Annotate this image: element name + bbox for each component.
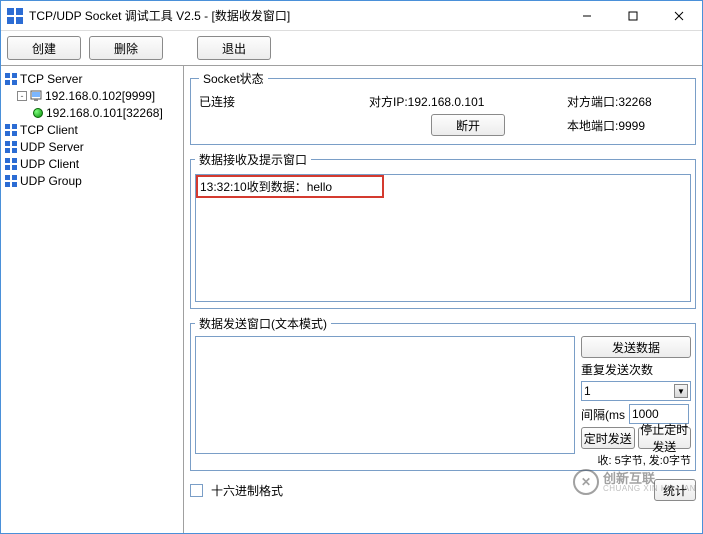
window-title: TCP/UDP Socket 调试工具 V2.5 - [数据收发窗口] <box>29 7 564 24</box>
peer-port-label: 对方端口:32268 <box>567 93 687 110</box>
send-legend: 数据发送窗口(文本模式) <box>195 315 331 332</box>
tree-label: 192.168.0.102[9999] <box>45 89 155 103</box>
main-area: TCP Server - 192.168.0.102[9999] 192.168… <box>1 65 702 533</box>
hex-label: 十六进制格式 <box>211 482 283 499</box>
socket-status-group: Socket状态 已连接 对方IP:192.168.0.101 对方端口:322… <box>190 70 696 145</box>
server-icon <box>5 73 17 85</box>
receive-legend: 数据接收及提示窗口 <box>195 151 311 168</box>
peer-ip-label: 对方IP:192.168.0.101 <box>369 93 567 110</box>
minimize-button[interactable] <box>564 1 610 31</box>
title-bar: TCP/UDP Socket 调试工具 V2.5 - [数据收发窗口] <box>1 1 702 31</box>
server-icon <box>5 141 17 153</box>
exit-button[interactable]: 退出 <box>197 36 271 60</box>
send-group: 数据发送窗口(文本模式) 发送数据 重复发送次数 1 ▼ 间隔(ms 定时发送 <box>190 315 696 471</box>
maximize-button[interactable] <box>610 1 656 31</box>
tree-node-udp-group[interactable]: UDP Group <box>3 172 181 189</box>
stats-button[interactable]: 统计 <box>654 479 696 501</box>
repeat-label: 重复发送次数 <box>581 361 691 378</box>
app-icon <box>7 8 23 24</box>
tree-node-listener[interactable]: - 192.168.0.102[9999] <box>3 87 181 104</box>
tree-node-tcp-server[interactable]: TCP Server <box>3 70 181 87</box>
close-button[interactable] <box>656 1 702 31</box>
connection-tree[interactable]: TCP Server - 192.168.0.102[9999] 192.168… <box>1 66 184 533</box>
tree-node-udp-server[interactable]: UDP Server <box>3 138 181 155</box>
repeat-count-combo[interactable]: 1 ▼ <box>581 381 691 401</box>
tree-label: UDP Group <box>20 174 82 188</box>
server-icon <box>5 158 17 170</box>
stop-timed-send-button[interactable]: 停止定时发送 <box>638 427 692 449</box>
bottom-row: 十六进制格式 统计 <box>190 477 696 501</box>
toolbar: 创建 删除 退出 <box>1 31 702 65</box>
socket-legend: Socket状态 <box>199 70 268 87</box>
local-port-label: 本地端口:9999 <box>567 117 687 134</box>
tree-node-udp-client[interactable]: UDP Client <box>3 155 181 172</box>
receive-line: 13:32:10收到数据：hello <box>196 175 384 198</box>
interval-label: 间隔(ms <box>581 406 625 423</box>
collapse-icon[interactable]: - <box>17 91 27 101</box>
host-icon <box>30 90 42 102</box>
send-textbox[interactable] <box>195 336 575 454</box>
tree-label: TCP Server <box>20 72 82 86</box>
disconnect-button[interactable]: 断开 <box>431 114 505 136</box>
receive-group: 数据接收及提示窗口 13:32:10收到数据：hello <box>190 151 696 309</box>
tree-label: UDP Client <box>20 157 79 171</box>
hex-checkbox[interactable] <box>190 484 203 497</box>
tree-label: UDP Server <box>20 140 84 154</box>
tree-label: TCP Client <box>20 123 78 137</box>
repeat-value: 1 <box>584 384 591 398</box>
create-button[interactable]: 创建 <box>7 36 81 60</box>
send-data-button[interactable]: 发送数据 <box>581 336 691 358</box>
tree-label: 192.168.0.101[32268] <box>46 106 163 120</box>
right-pane: Socket状态 已连接 对方IP:192.168.0.101 对方端口:322… <box>184 66 702 533</box>
send-stats: 收: 5字节, 发:0字节 <box>581 452 691 468</box>
tree-node-connection[interactable]: 192.168.0.101[32268] <box>3 104 181 121</box>
connected-icon <box>33 108 43 118</box>
tree-node-tcp-client[interactable]: TCP Client <box>3 121 181 138</box>
chevron-down-icon: ▼ <box>674 384 688 398</box>
status-label: 已连接 <box>199 93 369 110</box>
delete-button[interactable]: 删除 <box>89 36 163 60</box>
send-controls: 发送数据 重复发送次数 1 ▼ 间隔(ms 定时发送 停止定时发送 收: 5字节… <box>581 336 691 468</box>
timed-send-button[interactable]: 定时发送 <box>581 427 635 449</box>
server-icon <box>5 175 17 187</box>
receive-textbox[interactable]: 13:32:10收到数据：hello <box>195 174 691 302</box>
server-icon <box>5 124 17 136</box>
